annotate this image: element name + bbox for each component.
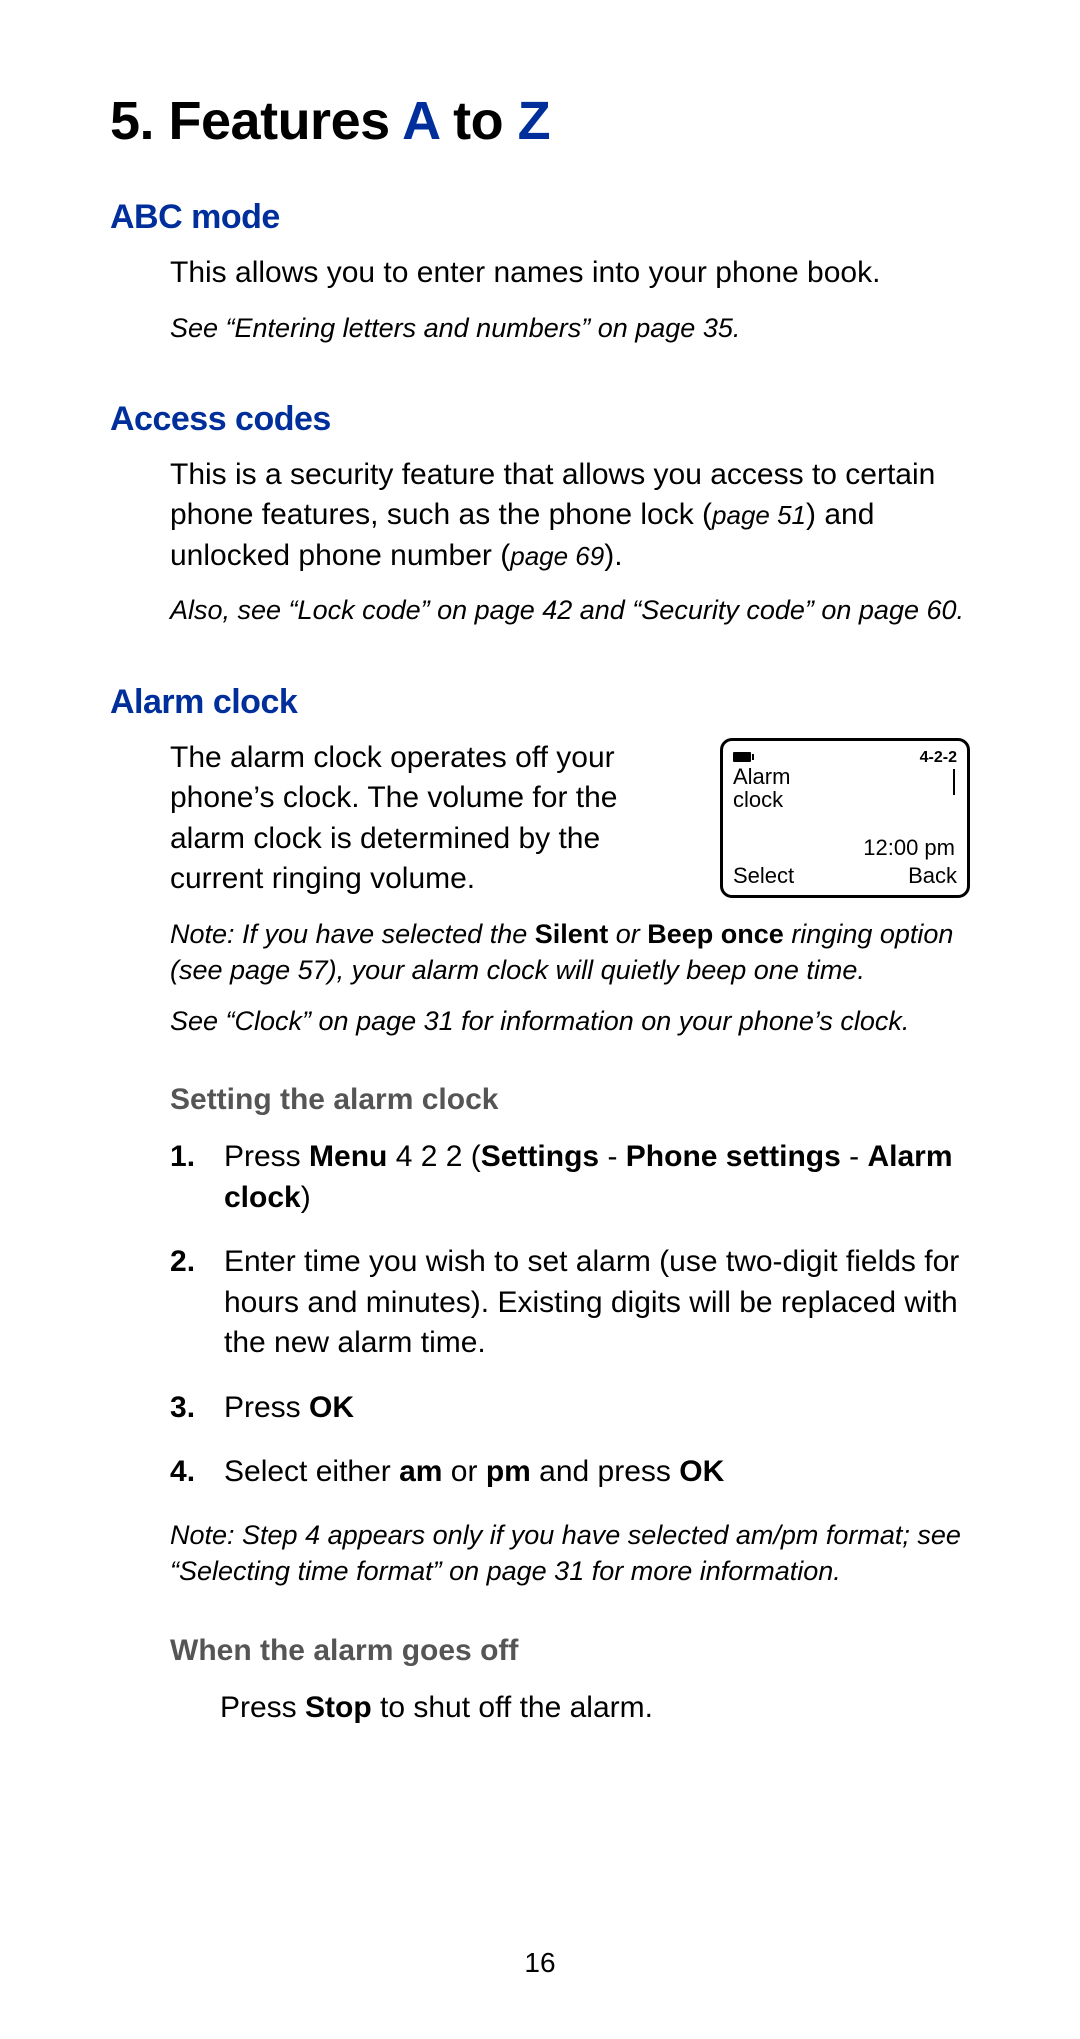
step4-a: Select either [224,1455,399,1488]
subheading-setting-alarm: Setting the alarm clock [170,1083,970,1117]
alarm-ref2: See “Clock” on page 31 for information o… [170,1003,970,1039]
phone-softkey-left: Select [733,863,794,889]
phone-title-line2: clock [733,788,790,811]
page-title: 5. Features A to Z [110,90,970,152]
alarm-note1: Note: If you have selected the Silent or… [170,916,970,989]
steps-setting-alarm: Press Menu 4 2 2 (Settings - Phone setti… [170,1137,970,1493]
step1-phone-settings: Phone settings [626,1140,841,1173]
section-alarm-clock: Alarm clock The alarm clock operates off… [110,683,970,1728]
step4-b: or [442,1455,485,1488]
step3-a: Press [224,1391,309,1424]
phone-softkey-right: Back [908,863,957,889]
alarm-note2: Note: Step 4 appears only if you have se… [170,1517,970,1590]
title-prefix: 5. Features [110,91,402,151]
alarm-note1-silent: Silent [535,919,609,949]
alarm-note1-beep: Beep once [647,919,784,949]
abc-body: This allows you to enter names into your… [170,253,970,294]
step-4: Select either am or pm and press OK [170,1452,970,1493]
goesoff-b: to shut off the alarm. [372,1691,653,1724]
step3-ok: OK [309,1391,354,1424]
alarm-note1-b: or [608,919,647,949]
access-body-c: ). [604,539,622,572]
alarm-note1-a: Note: If you have selected the [170,919,535,949]
step1-c: ) [301,1181,311,1214]
step4-am: am [399,1455,442,1488]
phone-title-line1: Alarm [733,765,790,788]
phone-menu-code: 4-2-2 [920,749,957,767]
abc-reference: See “Entering letters and numbers” on pa… [170,310,970,346]
goesoff-stop: Stop [305,1691,372,1724]
step1-b: 4 2 2 ( [387,1140,480,1173]
goesoff-a: Press [220,1691,305,1724]
section-access-codes: Access codes This is a security feature … [110,400,970,629]
step1-dash2: - [841,1140,868,1173]
title-mid: to [439,91,518,151]
access-reference: Also, see “Lock code” on page 42 and “Se… [170,592,970,628]
heading-access-codes: Access codes [110,400,970,439]
access-page51: page 51 [712,500,806,530]
battery-icon [733,752,751,762]
step-2: Enter time you wish to set alarm (use tw… [170,1242,970,1364]
subheading-alarm-goes-off: When the alarm goes off [170,1634,970,1668]
heading-abc-mode: ABC mode [110,198,970,237]
phone-screen-illustration: Alarm clock 4-2-2 12:00 pm Select Back [720,738,970,898]
phone-time: 12:00 pm [863,835,955,860]
scrollbar-icon [953,769,955,795]
title-letter-a: A [402,91,439,151]
step1-dash1: - [599,1140,626,1173]
step1-menu: Menu [309,1140,387,1173]
step4-c: and press [531,1455,679,1488]
access-body: This is a security feature that allows y… [170,455,970,577]
title-letter-z: Z [518,91,551,151]
page-number: 16 [0,1947,1080,1979]
alarm-body: The alarm clock operates off your phone’… [170,738,696,900]
step4-ok: OK [679,1455,724,1488]
section-abc-mode: ABC mode This allows you to enter names … [110,198,970,346]
step-3: Press OK [170,1388,970,1429]
alarm-goesoff-body: Press Stop to shut off the alarm. [170,1688,970,1729]
step1-settings: Settings [481,1140,599,1173]
step1-a: Press [224,1140,309,1173]
access-page69: page 69 [510,541,604,571]
step4-pm: pm [486,1455,531,1488]
heading-alarm-clock: Alarm clock [110,683,970,722]
step-1: Press Menu 4 2 2 (Settings - Phone setti… [170,1137,970,1218]
